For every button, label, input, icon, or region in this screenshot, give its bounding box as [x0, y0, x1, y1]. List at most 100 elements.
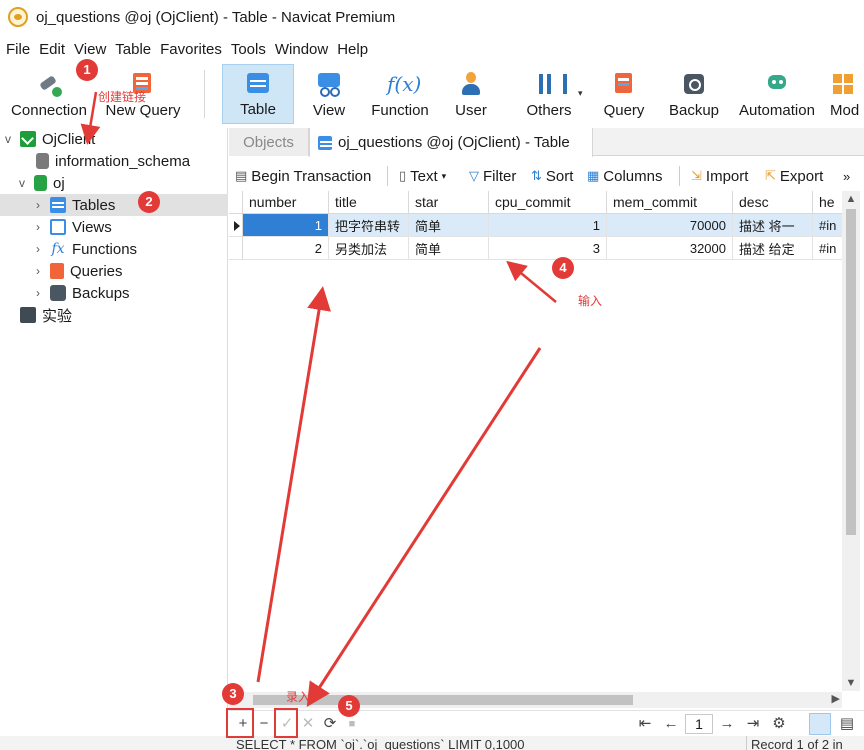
settings-button[interactable]: ⚙	[769, 714, 789, 734]
automation-button[interactable]: Automation	[734, 64, 820, 124]
cell-title[interactable]: 把字符串转	[329, 214, 409, 237]
menu-help[interactable]: Help	[337, 41, 368, 58]
menu-favorites[interactable]: Favorites	[160, 41, 222, 58]
last-page-button[interactable]: ⇥	[743, 714, 763, 734]
sort-button[interactable]: ⇅ Sort	[531, 164, 573, 188]
tree-item-backups[interactable]: › Backups	[32, 282, 228, 304]
menu-table[interactable]: Table	[115, 41, 151, 58]
chevron-right-icon[interactable]: ›	[32, 198, 44, 212]
cell-number[interactable]: 2	[243, 237, 329, 260]
tree-connection-experiment[interactable]: 实验	[20, 304, 228, 326]
tree-db-information-schema[interactable]: information_schema	[20, 150, 228, 172]
menu-bar: File Edit View Table Favorites Tools Win…	[0, 36, 377, 62]
annotation-enter: 录入	[286, 690, 311, 704]
robot-icon	[764, 71, 790, 97]
status-sql: SELECT * FROM `oj`.`oj_questions` LIMIT …	[236, 737, 525, 750]
chevron-right-icon[interactable]: ›	[32, 242, 44, 256]
cell-cpu-commit[interactable]: 1	[489, 214, 607, 237]
tree-experiment-label: 实验	[42, 307, 73, 325]
menu-file[interactable]: File	[6, 41, 30, 58]
others-button[interactable]: Others	[518, 64, 580, 124]
text-icon: ▯	[399, 168, 407, 183]
begin-transaction-button[interactable]: ▤ Begin Transaction	[235, 164, 371, 188]
tree-item-views[interactable]: › Views	[32, 216, 228, 238]
chevron-right-icon[interactable]: ›	[32, 264, 44, 278]
connection-icon	[20, 131, 36, 147]
cell-desc[interactable]: 描述 给定	[733, 237, 813, 260]
next-page-button[interactable]: →	[717, 714, 737, 734]
tree-db-oj[interactable]: v oj	[16, 172, 228, 194]
tree-connection-ojclient[interactable]: v OjClient	[2, 128, 228, 150]
cell-title[interactable]: 另类加法	[329, 237, 409, 260]
form-view-button[interactable]: ▤	[837, 714, 857, 734]
cell-mem-commit[interactable]: 70000	[607, 214, 733, 237]
grid-view-button[interactable]	[809, 713, 831, 735]
more-icon[interactable]: »	[843, 164, 850, 188]
cell-star[interactable]: 简单	[409, 237, 489, 260]
text-button[interactable]: ▯ Text ▾	[399, 164, 446, 188]
column-header-title[interactable]: title	[329, 191, 409, 214]
cell-number[interactable]: 1	[243, 214, 329, 237]
tree-item-tables[interactable]: › Tables	[0, 194, 228, 216]
menu-window[interactable]: Window	[275, 41, 328, 58]
export-button[interactable]: ⇱ Export	[765, 164, 823, 188]
chevron-down-icon[interactable]: v	[2, 132, 14, 146]
cell-he[interactable]: #in	[813, 214, 842, 237]
scroll-up-icon[interactable]: ▲	[842, 193, 860, 205]
column-header-number[interactable]: number	[243, 191, 329, 214]
tree-views-label: Views	[72, 218, 112, 236]
cell-mem-commit[interactable]: 32000	[607, 237, 733, 260]
column-header-cpu-commit[interactable]: cpu_commit	[489, 191, 607, 214]
menu-edit[interactable]: Edit	[39, 41, 65, 58]
filter-label: Filter	[483, 167, 517, 185]
chevron-down-icon[interactable]: v	[16, 176, 28, 190]
backup-icon	[50, 285, 66, 301]
tree-item-queries[interactable]: › Queries	[32, 260, 228, 282]
tree-connection-label: OjClient	[42, 130, 96, 148]
import-button[interactable]: ⇲ Import	[691, 164, 748, 188]
annotation-badge-2: 2	[138, 191, 160, 213]
tab-oj-questions[interactable]: oj_questions @oj (OjClient) - Table	[309, 128, 593, 157]
table-button[interactable]: Table	[222, 64, 294, 124]
chevron-right-icon[interactable]: ›	[32, 220, 44, 234]
page-number-field[interactable]: 1	[685, 714, 713, 734]
scroll-right-icon[interactable]: ▶	[832, 692, 840, 705]
chevron-right-icon[interactable]: ›	[32, 286, 44, 300]
refresh-button[interactable]: ⟳	[320, 714, 340, 734]
delete-record-button[interactable]: −	[254, 714, 274, 734]
discard-changes-button[interactable]: ✕	[298, 714, 318, 734]
cell-he[interactable]: #in	[813, 237, 842, 260]
menu-tools[interactable]: Tools	[231, 41, 266, 58]
model-button[interactable]: Mod	[830, 64, 864, 124]
cell-desc[interactable]: 描述 将一	[733, 214, 813, 237]
backup-button[interactable]: Backup	[664, 64, 724, 124]
navicat-icon	[8, 7, 28, 27]
annotation-input: 输入	[578, 294, 603, 308]
cell-cpu-commit[interactable]: 3	[489, 237, 607, 260]
tab-objects[interactable]: Objects	[229, 128, 309, 156]
function-button[interactable]: f(x) Function	[366, 64, 434, 124]
others-dropdown-icon[interactable]: ▾	[578, 88, 583, 99]
model-label: Mod	[830, 102, 860, 119]
column-header-star[interactable]: star	[409, 191, 489, 214]
user-button[interactable]: User	[446, 64, 496, 124]
scroll-down-icon[interactable]: ▼	[842, 677, 860, 689]
vertical-scroll-thumb[interactable]	[846, 209, 856, 535]
menu-view[interactable]: View	[74, 41, 106, 58]
cell-star[interactable]: 简单	[409, 214, 489, 237]
view-button[interactable]: View	[300, 64, 358, 124]
database-icon	[36, 153, 49, 169]
columns-button[interactable]: ▦ Columns	[587, 164, 662, 188]
query-button[interactable]: Query	[598, 64, 650, 124]
column-header-he[interactable]: he	[813, 191, 842, 214]
column-header-desc[interactable]: desc	[733, 191, 813, 214]
previous-page-button[interactable]: ←	[661, 714, 681, 734]
first-page-button[interactable]: ⇤	[635, 714, 655, 734]
horizontal-scrollbar[interactable]: ▶	[229, 692, 842, 708]
vertical-scrollbar[interactable]: ▲ ▼	[842, 191, 860, 691]
filter-button[interactable]: ▽ Filter	[469, 164, 516, 188]
chevron-down-icon[interactable]: ▾	[442, 171, 447, 182]
stop-button[interactable]: ■	[342, 714, 362, 734]
tree-item-functions[interactable]: › fx Functions	[32, 238, 228, 260]
column-header-mem-commit[interactable]: mem_commit	[607, 191, 733, 214]
